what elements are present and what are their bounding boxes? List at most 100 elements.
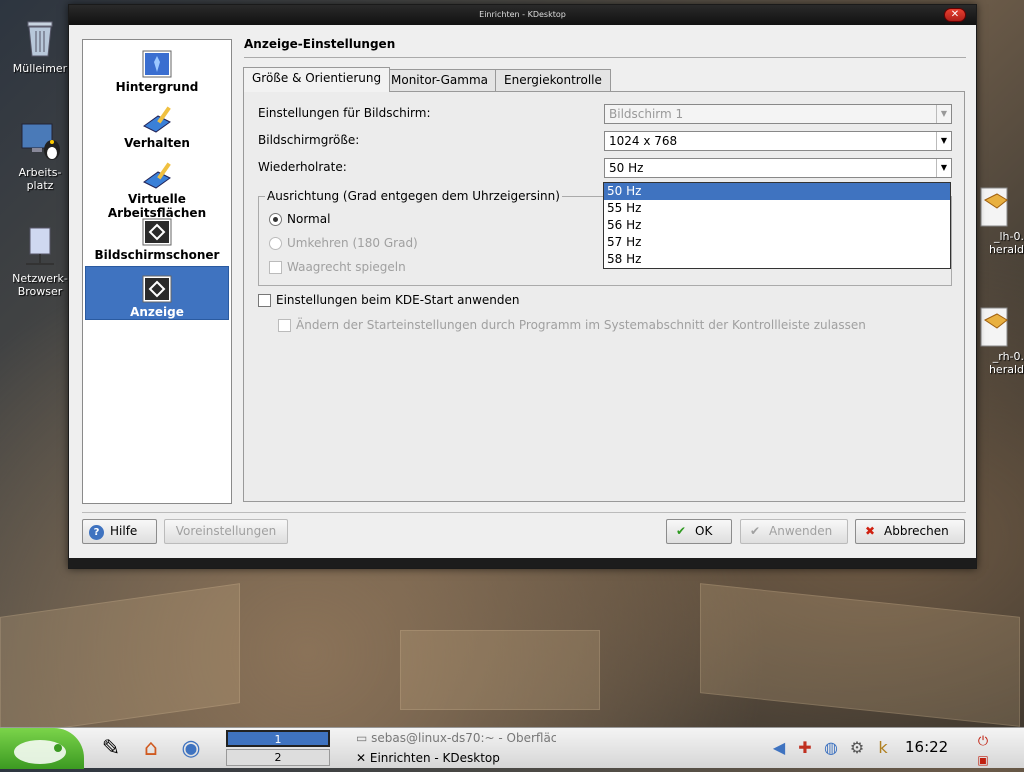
radio-reverse-label: Umkehren (180 Grad) [287,236,418,250]
tab-monitor-gamma[interactable]: Monitor-Gamma [382,69,498,91]
package-icon [972,304,1016,348]
lock-icon[interactable]: ▣ [972,748,994,772]
task-label: Einrichten - KDesktop [369,751,500,765]
category-background[interactable]: Hintergrund [85,42,229,96]
rate-option[interactable]: 55 Hz [604,200,950,217]
cancel-x-icon: ✖ [864,524,876,538]
terminal-icon: ▭ [356,731,372,745]
orientation-group-title: Ausrichtung (Grad entgegen dem Uhrzeiger… [265,189,562,203]
checkbox-mirror-label: Waagrecht spiegeln [287,260,406,274]
panel-divider [244,57,966,58]
help-icon: ? [89,525,104,540]
checkbox-allow-tray [278,319,291,332]
task-terminal[interactable]: ▭ sebas@linux-ds70:~ - Oberfläc [356,729,556,747]
defaults-button: Voreinstellungen [164,519,288,544]
settings-window: Einrichten - KDesktop ✕ Hintergrund Verh… [68,4,977,569]
window-titlebar[interactable]: Einrichten - KDesktop ✕ [69,5,976,25]
cancel-button-label: Abbrechen [884,524,949,538]
task-label: sebas@linux-ds70:~ - Oberfläc [371,731,556,745]
browser-icon[interactable]: ◉ [176,734,206,764]
virtual-desktops-icon [142,162,172,190]
category-virtual-desktops[interactable]: Virtuelle Arbeitsflächen [85,154,229,220]
screensaver-icon [142,218,172,246]
rate-option[interactable]: 56 Hz [604,217,950,234]
taskbar: ✎ ⌂ ◉ 1 2 ▭ sebas@linux-ds70:~ - Oberflä… [0,727,1024,769]
panel-title: Anzeige-Einstellungen [244,37,396,51]
checkmark-icon: ✔ [675,524,687,538]
rate-select-value: 50 Hz [609,161,644,175]
background-icon [142,50,172,78]
help-button[interactable]: ? Hilfe [82,519,157,544]
task-settings[interactable]: ✕ Einrichten - KDesktop [356,749,556,767]
rate-select[interactable]: 50 Hz ▼ [604,158,952,178]
behavior-icon [142,106,172,134]
computer-icon [18,120,62,164]
category-list: Hintergrund Verhalten Virtuelle Arbeitsf… [82,39,232,504]
rate-option[interactable]: 58 Hz [604,251,950,268]
devices-icon[interactable]: ⚙ [846,736,868,760]
category-label: Bildschirmschoner [94,248,220,262]
tab-panel: Einstellungen für Bildschirm: Bildschirm… [243,91,965,502]
pager-desktop-1[interactable]: 1 [226,730,330,747]
klipper-icon[interactable]: k [872,736,894,760]
rate-dropdown-list[interactable]: 50 Hz 55 Hz 56 Hz 57 Hz 58 Hz [603,182,951,269]
category-screensaver[interactable]: Bildschirmschoner [85,210,229,264]
wallpaper-block [0,583,240,737]
wallpaper-block [400,630,600,710]
desktop-icon-label: Netzwerk- Browser [12,272,68,298]
chevron-down-icon[interactable]: ▼ [936,132,951,150]
defaults-button-label: Voreinstellungen [175,524,277,538]
x-icon: ✕ [356,751,370,765]
home-icon[interactable]: ⌂ [136,734,166,764]
update-icon[interactable]: ✚ [794,736,816,760]
desktop-icon-label: Arbeits- platz [18,166,62,192]
package-icon [972,184,1016,228]
desktop-icon-trash[interactable]: Mülleimer [5,16,75,75]
checkbox-mirror [269,261,282,274]
ok-button[interactable]: ✔ OK [666,519,732,544]
window-title: Einrichten - KDesktop [479,10,566,19]
wallpaper-block [700,583,1020,727]
size-select-value: 1024 x 768 [609,134,678,148]
desktop-icon-label: Mülleimer [12,62,68,75]
category-label: Hintergrund [115,80,199,94]
network-status-icon[interactable]: ◍ [820,736,842,760]
radio-reverse [269,237,282,250]
chevron-down-icon[interactable]: ▼ [936,159,951,177]
category-behavior[interactable]: Verhalten [85,98,229,152]
pager-desktop-2[interactable]: 2 [226,749,330,766]
checkbox-apply-on-kde-start-label[interactable]: Einstellungen beim KDE-Start anwenden [276,293,520,307]
rate-option[interactable]: 50 Hz [604,183,950,200]
screen-select-value: Bildschirm 1 [609,107,684,121]
radio-normal[interactable] [269,213,282,226]
category-label: Anzeige [130,305,184,319]
window-close-button[interactable]: ✕ [944,8,966,22]
desktop-icon-network[interactable]: Netzwerk- Browser [5,226,75,298]
rate-option[interactable]: 57 Hz [604,234,950,251]
tab-power-control[interactable]: Energiekontrolle [495,69,611,91]
rate-label: Wiederholrate: [258,160,347,174]
category-label: Verhalten [124,136,190,150]
radio-normal-label[interactable]: Normal [287,212,330,226]
trash-icon [18,16,62,60]
speaker-icon[interactable]: ◀ [768,736,790,760]
cancel-button[interactable]: ✖ Abbrechen [855,519,965,544]
ok-button-label: OK [695,524,713,538]
tab-size-orientation[interactable]: Größe & Orientierung [243,67,391,92]
button-divider [82,512,966,513]
help-button-label: Hilfe [110,524,138,538]
screen-label: Einstellungen für Bildschirm: [258,106,431,120]
behavior-icon[interactable]: ✎ [96,734,126,764]
checkmark-icon: ✔ [749,524,761,538]
size-select[interactable]: 1024 x 768 ▼ [604,131,952,151]
apply-button-label: Anwenden [769,524,833,538]
window-bottom-border [69,558,976,568]
desktop-icon-computer[interactable]: Arbeits- platz [5,120,75,192]
category-display[interactable]: Anzeige [85,266,229,320]
chevron-down-icon: ▼ [936,105,951,123]
kde-menu-button[interactable] [0,728,84,769]
checkbox-apply-on-kde-start[interactable] [258,294,271,307]
clock[interactable]: 16:22 [905,738,948,756]
desktop-pager: 1 2 [226,730,330,767]
gecko-icon [14,740,66,764]
